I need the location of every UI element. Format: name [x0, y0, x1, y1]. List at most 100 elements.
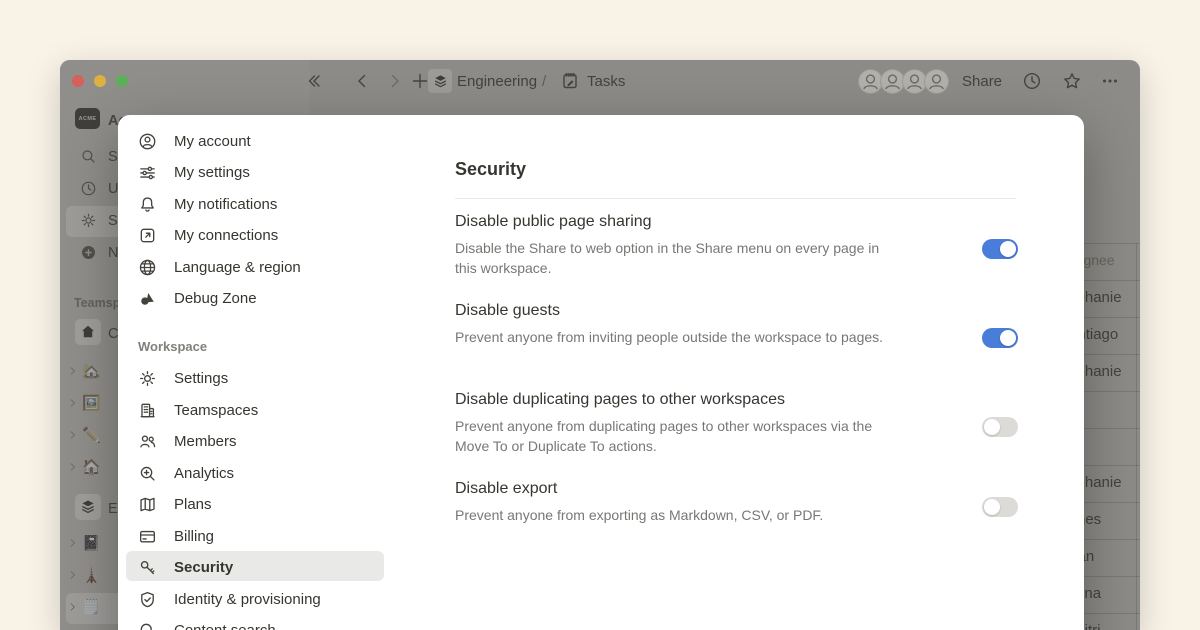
circle-plus-icon: [80, 244, 97, 261]
toggle-knob: [1000, 330, 1016, 346]
setting-description: Prevent anyone from exporting as Markdow…: [455, 505, 897, 525]
nav-item-label: My connections: [174, 227, 278, 244]
table-column-border: [1136, 243, 1137, 630]
teamspace-icon-box: [75, 494, 101, 520]
nav-item-language-region[interactable]: Language & region: [126, 254, 384, 282]
page-emoji-icon: 📓: [82, 534, 101, 554]
setting-row-public-sharing: Disable public page sharing Disable the …: [455, 211, 1016, 278]
teamspace-icon-box: [75, 319, 101, 345]
setting-row-duplicating: Disable duplicating pages to other works…: [455, 389, 1016, 456]
nav-item-debug-zone[interactable]: Debug Zone: [126, 285, 384, 313]
page-emoji-icon: 🏡: [82, 362, 101, 382]
setting-description: Disable the Share to web option in the S…: [455, 238, 897, 278]
forward-icon[interactable]: [385, 71, 405, 91]
window-close-button[interactable]: [72, 75, 84, 87]
page-title: Security: [455, 159, 526, 180]
nav-item-my-notifications[interactable]: My notifications: [126, 191, 384, 219]
nav-item-settings[interactable]: Settings: [126, 365, 384, 393]
workspace-logo: ACME: [75, 108, 100, 129]
nav-item-analytics[interactable]: Analytics: [126, 460, 384, 488]
chevron-right-icon[interactable]: [66, 536, 80, 550]
building-icon: [138, 401, 157, 420]
nav-item-identity-provisioning[interactable]: Identity & provisioning: [126, 586, 384, 614]
share-button[interactable]: Share: [962, 73, 1002, 90]
nav-item-teamspaces[interactable]: Teamspaces: [126, 397, 384, 425]
page-emoji-icon: 🗼: [82, 566, 101, 586]
nav-item-my-connections[interactable]: My connections: [126, 222, 384, 250]
workspace-section-label: Workspace: [138, 339, 207, 354]
task-note-icon: [560, 71, 580, 91]
nav-item-label: Billing: [174, 528, 214, 545]
key-icon: [138, 558, 157, 577]
new-page-icon[interactable]: [410, 71, 430, 91]
page-emoji-icon: 🗒️: [82, 598, 101, 618]
chevron-right-icon[interactable]: [66, 600, 80, 614]
chevron-right-icon[interactable]: [66, 396, 80, 410]
favorite-icon[interactable]: [1062, 71, 1082, 91]
stack-layers-icon: [432, 73, 449, 90]
chevron-right-icon[interactable]: [66, 428, 80, 442]
toggle-disable-export[interactable]: [982, 497, 1018, 517]
nav-item-label: Content search: [174, 622, 276, 630]
page-emoji-icon: 🖼️: [82, 394, 101, 414]
shield-check-icon: [138, 590, 157, 609]
toggle-disable-public-page-sharing[interactable]: [982, 239, 1018, 259]
divider: [455, 198, 1016, 199]
setting-description: Prevent anyone from duplicating pages to…: [455, 416, 897, 456]
bell-icon: [138, 195, 157, 214]
chevron-right-icon[interactable]: [66, 568, 80, 582]
page-emoji-icon: 🏠: [82, 458, 101, 478]
collapse-sidebar-icon[interactable]: [303, 71, 323, 91]
people-icon: [138, 432, 157, 451]
window-minimize-button[interactable]: [94, 75, 106, 87]
avatar[interactable]: [924, 69, 949, 94]
debug-icon: [138, 289, 157, 308]
page-emoji-icon: ✏️: [82, 426, 101, 446]
setting-title: Disable public page sharing: [455, 211, 1016, 233]
toggle-knob: [984, 419, 1000, 435]
nav-item-my-account[interactable]: My account: [126, 128, 384, 156]
history-icon[interactable]: [1022, 71, 1042, 91]
settings-modal: My account My settings My notifications …: [118, 115, 1084, 630]
map-icon: [138, 495, 157, 514]
back-icon[interactable]: [352, 71, 372, 91]
nav-item-label: Debug Zone: [174, 290, 257, 307]
globe-icon: [138, 258, 157, 277]
nav-item-label: My settings: [174, 164, 250, 181]
nav-item-my-settings[interactable]: My settings: [126, 159, 384, 187]
nav-item-billing[interactable]: Billing: [126, 523, 384, 551]
breadcrumb-space-icon-box[interactable]: [428, 69, 452, 93]
nav-item-security[interactable]: Security: [126, 554, 384, 582]
toggle-disable-guests[interactable]: [982, 328, 1018, 348]
nav-item-label: My account: [174, 133, 251, 150]
setting-row-export: Disable export Prevent anyone from expor…: [455, 478, 1016, 525]
nav-item-label: My notifications: [174, 196, 277, 213]
setting-row-guests: Disable guests Prevent anyone from invit…: [455, 300, 1016, 347]
magnifier-plus-icon: [138, 464, 157, 483]
gear-icon: [138, 369, 157, 388]
gear-icon: [80, 212, 97, 229]
more-options-icon[interactable]: [1100, 71, 1120, 91]
nav-item-label: Security: [174, 559, 233, 576]
nav-item-label: Members: [174, 433, 237, 450]
magnifier-icon: [138, 621, 157, 630]
breadcrumb-page[interactable]: Tasks: [587, 73, 625, 90]
nav-item-content-search[interactable]: Content search: [126, 617, 384, 630]
nav-item-label: Language & region: [174, 259, 301, 276]
chevron-right-icon[interactable]: [66, 364, 80, 378]
setting-title: Disable guests: [455, 300, 1016, 322]
nav-item-label: Settings: [174, 370, 228, 387]
breadcrumb-space[interactable]: Engineering: [457, 73, 537, 90]
nav-item-label: Teamspaces: [174, 402, 258, 419]
nav-item-members[interactable]: Members: [126, 428, 384, 456]
nav-item-label: Analytics: [174, 465, 234, 482]
sliders-icon: [138, 163, 157, 182]
chevron-right-icon[interactable]: [66, 460, 80, 474]
clock-icon: [80, 180, 97, 197]
toggle-disable-duplicating[interactable]: [982, 417, 1018, 437]
toggle-knob: [984, 499, 1000, 515]
home-icon: [79, 323, 97, 341]
window-zoom-button[interactable]: [116, 75, 128, 87]
nav-item-label: Identity & provisioning: [174, 591, 321, 608]
nav-item-plans[interactable]: Plans: [126, 491, 384, 519]
